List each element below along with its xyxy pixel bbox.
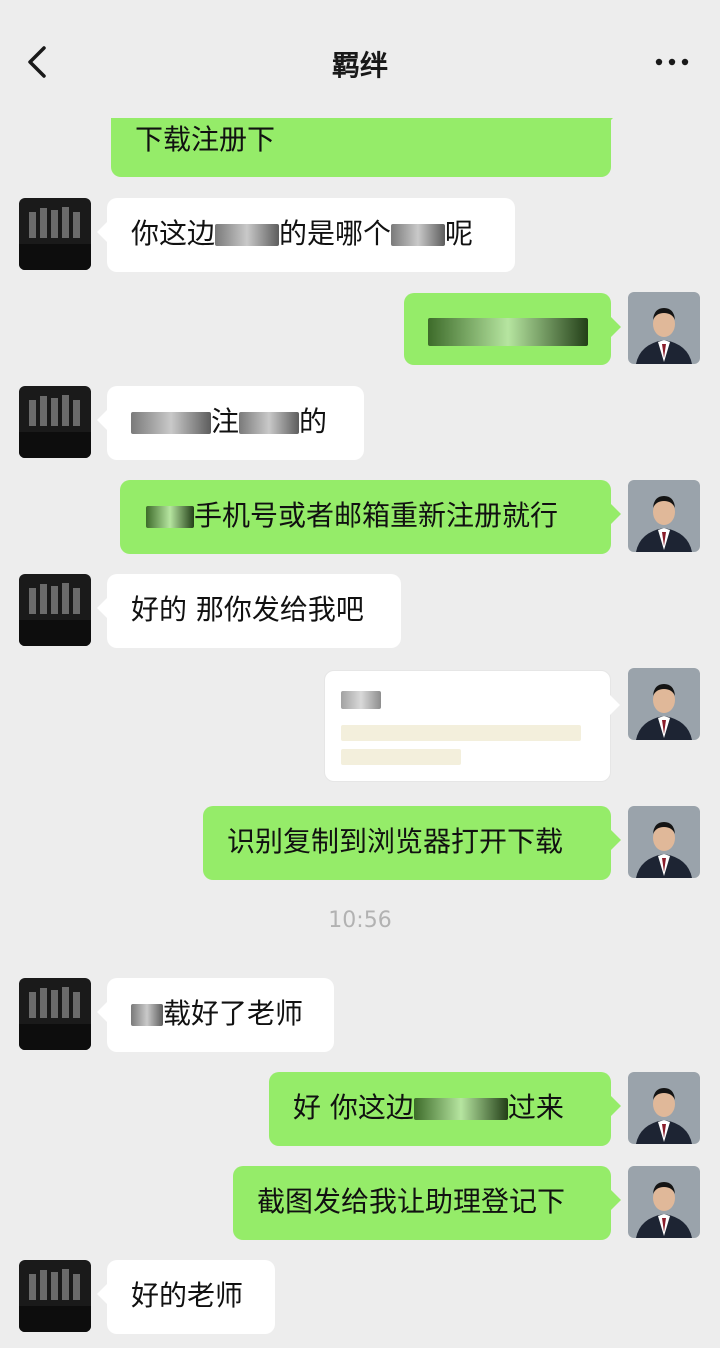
- message-bubble-outgoing[interactable]: 识别复制到浏览器打开下载: [203, 806, 621, 880]
- message-bubble-outgoing[interactable]: [404, 293, 621, 365]
- message-text: 的是哪个: [279, 217, 392, 250]
- message-text: 呢: [445, 217, 474, 250]
- message-text: 好 你这边: [293, 1091, 414, 1124]
- contact-avatar[interactable]: [19, 978, 91, 1050]
- link-card[interactable]: [324, 670, 620, 782]
- message-text: 你这边: [131, 217, 216, 250]
- message-bubble-incoming[interactable]: 注的: [97, 386, 364, 460]
- message-bubble-incoming[interactable]: 好的老师: [97, 1260, 275, 1334]
- censored-text: [413, 1098, 508, 1120]
- censored-text: [341, 691, 381, 709]
- message-text: 好的 那你发给我吧: [131, 593, 364, 626]
- chat-title: 羁绊: [331, 49, 388, 82]
- chat-header: 羁绊: [0, 0, 720, 118]
- censored-text: [146, 506, 194, 528]
- message-bubble-incoming[interactable]: 好的 那你发给我吧: [97, 574, 401, 648]
- message-bubble-incoming[interactable]: 你这边 的是哪个 呢: [97, 198, 515, 272]
- message-timestamp: 10:56: [328, 908, 392, 933]
- message-text: 手机号或者邮箱重新注册就行: [194, 499, 559, 532]
- user-avatar[interactable]: [628, 292, 700, 364]
- censored-text: [131, 412, 211, 434]
- censored-text: [239, 412, 300, 434]
- contact-avatar[interactable]: [19, 574, 91, 646]
- message-text: 识别复制到浏览器打开下载: [227, 825, 564, 858]
- user-avatar[interactable]: [628, 806, 700, 878]
- contact-avatar[interactable]: [19, 1260, 91, 1332]
- more-dots-icon[interactable]: [654, 52, 690, 72]
- message-text: 注: [211, 405, 240, 438]
- censored-text: [341, 725, 581, 741]
- censored-text: [391, 224, 446, 246]
- censored-text: [428, 318, 588, 346]
- censored-text: [215, 224, 280, 246]
- censored-text: [341, 749, 461, 765]
- message-text: 截图发给我让助理登记下: [257, 1185, 566, 1218]
- message-text: 载好了老师: [163, 997, 304, 1030]
- message-text: 的: [299, 405, 328, 438]
- message-text: 好的老师: [131, 1279, 244, 1312]
- message-bubble-incoming[interactable]: 载好了老师: [97, 978, 334, 1052]
- user-avatar[interactable]: [628, 1166, 700, 1238]
- user-avatar[interactable]: [628, 668, 700, 740]
- user-avatar[interactable]: [628, 480, 700, 552]
- message-bubble-outgoing[interactable]: 手机号或者邮箱重新注册就行: [120, 480, 621, 554]
- message-text: 过来: [507, 1091, 564, 1124]
- contact-avatar[interactable]: [19, 198, 91, 270]
- contact-avatar[interactable]: [19, 386, 91, 458]
- user-avatar[interactable]: [628, 1072, 700, 1144]
- message-bubble-outgoing[interactable]: 好 你这边 过来: [269, 1072, 621, 1146]
- censored-text: [131, 1004, 163, 1026]
- message-bubble-outgoing[interactable]: 截图发给我让助理登记下: [233, 1166, 621, 1240]
- message-text: 下载注册下: [135, 123, 276, 156]
